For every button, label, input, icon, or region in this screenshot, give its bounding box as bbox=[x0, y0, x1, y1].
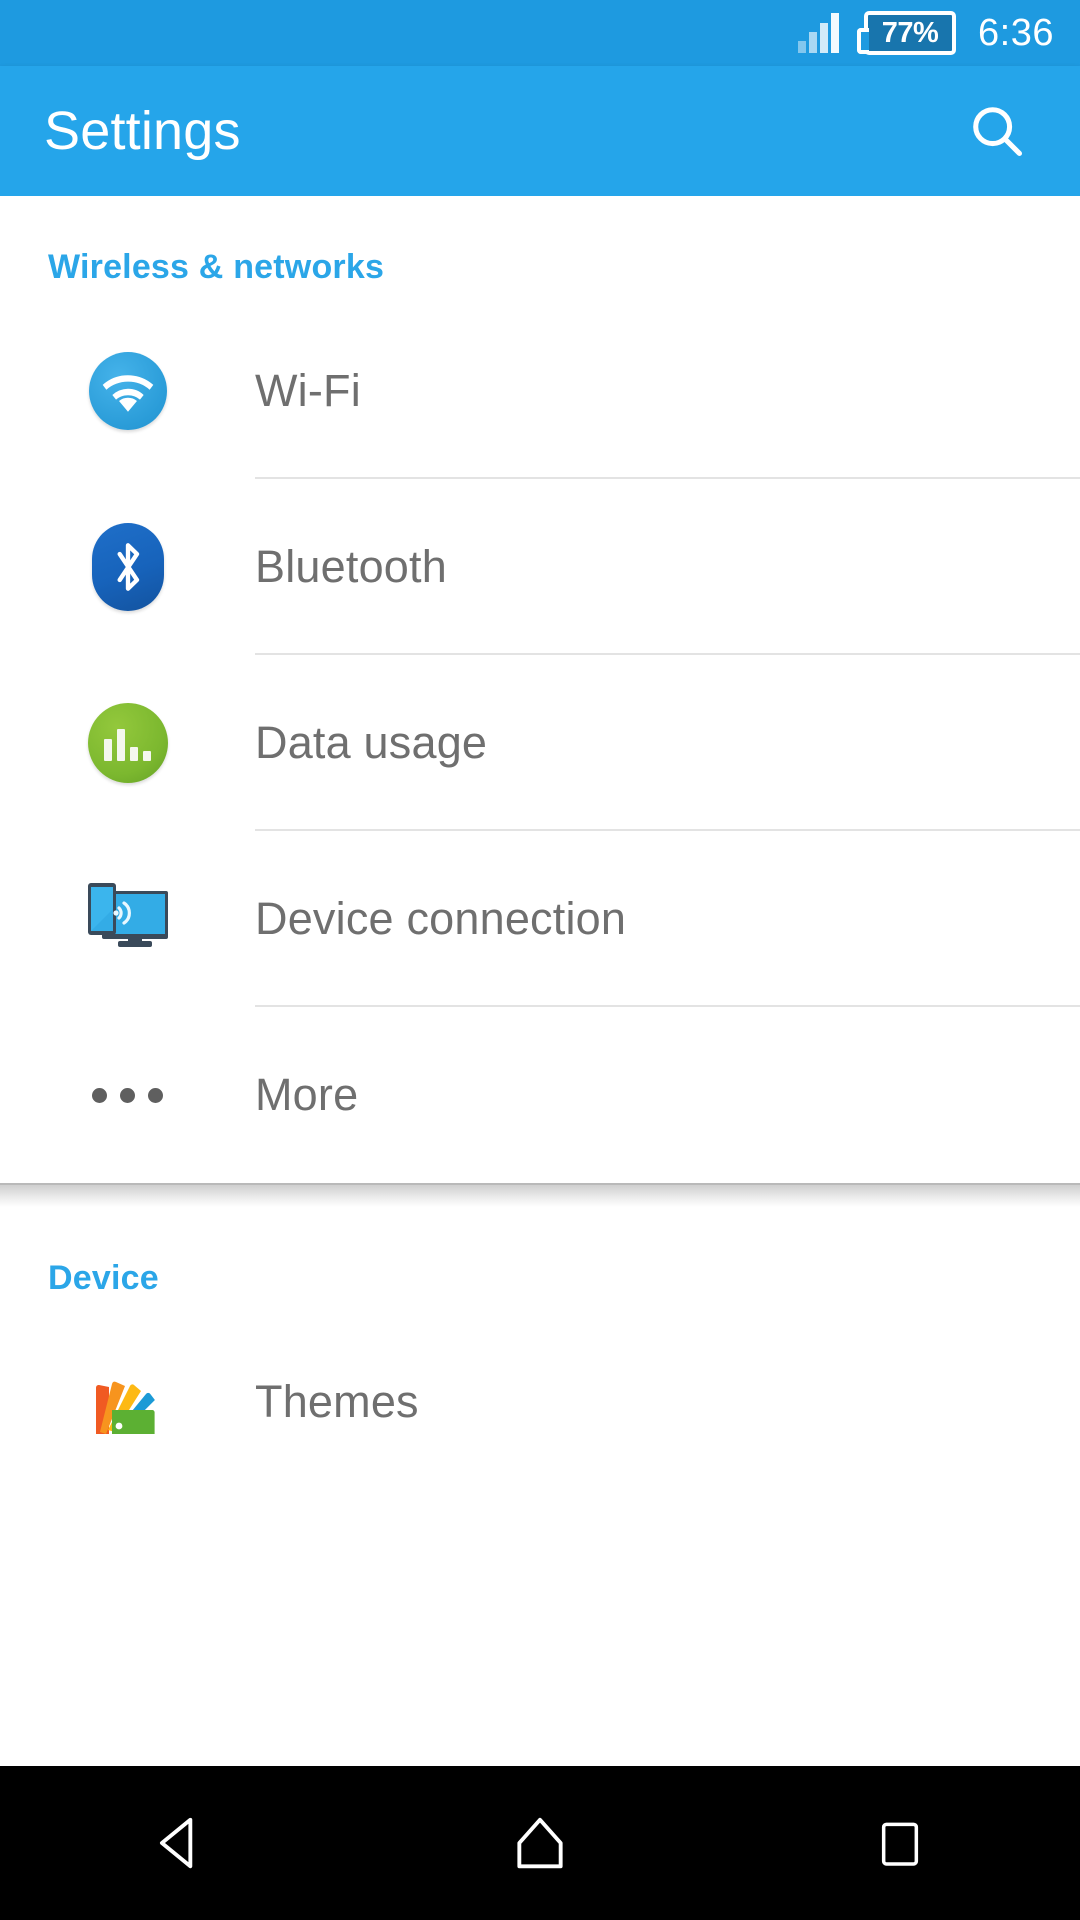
back-icon[interactable] bbox=[80, 1766, 280, 1920]
status-bar-icons: 77% 6:36 bbox=[798, 11, 1054, 55]
more-icon-wrap bbox=[0, 1007, 255, 1183]
battery-icon: 77% bbox=[857, 11, 957, 55]
bluetooth-icon bbox=[91, 523, 164, 611]
search-icon[interactable] bbox=[954, 88, 1040, 174]
section-wireless-networks: Wireless & networks Wi-Fi Bluetooth Data… bbox=[0, 196, 1080, 1183]
list-item-label: Themes bbox=[255, 1376, 419, 1427]
themes-icon-wrap bbox=[0, 1314, 255, 1454]
list-item-more[interactable]: More bbox=[0, 1007, 1080, 1183]
list-item-bluetooth[interactable]: Bluetooth bbox=[0, 479, 1080, 655]
navigation-bar bbox=[0, 1766, 1080, 1920]
device-connection-icon-wrap bbox=[0, 831, 255, 1007]
section-header-wireless: Wireless & networks bbox=[48, 248, 385, 286]
section-header-device: Device bbox=[48, 1259, 159, 1297]
themes-icon bbox=[86, 1360, 170, 1444]
section-rows-device: Themes bbox=[0, 1298, 1080, 1454]
page-title: Settings bbox=[44, 101, 241, 161]
wifi-icon-wrap bbox=[0, 303, 255, 479]
app-bar: Settings bbox=[0, 66, 1080, 196]
home-icon[interactable] bbox=[440, 1766, 640, 1920]
list-item-data-usage[interactable]: Data usage bbox=[0, 655, 1080, 831]
bluetooth-icon-wrap bbox=[0, 479, 255, 655]
data-usage-icon bbox=[87, 703, 168, 783]
list-item-label: Bluetooth bbox=[255, 541, 447, 592]
list-item-label: Data usage bbox=[255, 717, 488, 768]
more-icon bbox=[88, 1075, 168, 1115]
status-bar: 77% 6:36 bbox=[0, 0, 1080, 66]
wifi-icon bbox=[88, 352, 167, 430]
settings-list[interactable]: Wireless & networks Wi-Fi Bluetooth Data… bbox=[0, 196, 1080, 1454]
device-connection-icon bbox=[80, 877, 176, 961]
status-bar-clock: 6:36 bbox=[978, 11, 1054, 54]
battery-percent-label: 77% bbox=[881, 16, 939, 49]
section-device: Device Themes bbox=[0, 1207, 1080, 1454]
list-item-label: Wi-Fi bbox=[255, 365, 361, 416]
list-item-label: Device connection bbox=[255, 893, 627, 944]
signal-bars-icon bbox=[798, 13, 842, 53]
section-rows-wireless: Wi-Fi Bluetooth Data usage Device connec… bbox=[0, 287, 1080, 1183]
recents-icon[interactable] bbox=[800, 1766, 1000, 1920]
list-item-device-connection[interactable]: Device connection bbox=[0, 831, 1080, 1007]
list-item-label: More bbox=[255, 1069, 359, 1120]
section-separator bbox=[0, 1183, 1080, 1207]
data-usage-icon-wrap bbox=[0, 655, 255, 831]
list-item-wifi[interactable]: Wi-Fi bbox=[0, 303, 1080, 479]
list-item-themes[interactable]: Themes bbox=[0, 1314, 1080, 1454]
